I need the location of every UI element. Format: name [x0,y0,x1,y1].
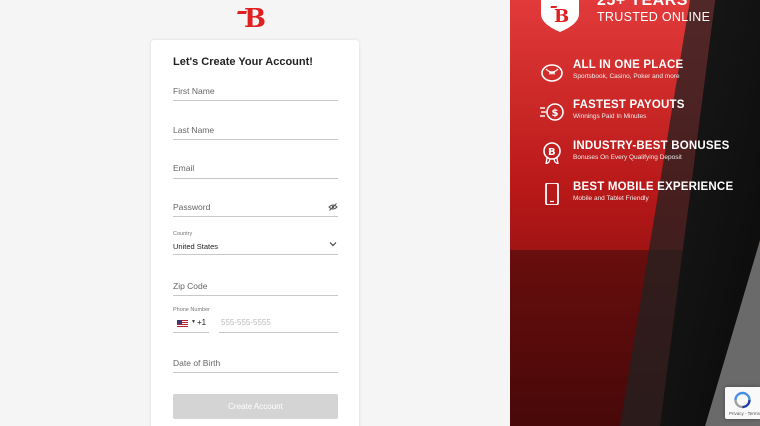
phone-number-input[interactable]: 555-555-5555 [219,318,338,333]
caret-down-icon: ▼ [191,319,196,325]
sports-ball-icon [541,64,563,82]
promo-panel: B 25+ YEARS TRUSTED ONLINE ALL IN ONE PL… [510,0,760,426]
first-name-placeholder: First Name [173,86,215,96]
zip-code-field[interactable]: Zip Code [173,278,338,296]
feature-subtitle: Bonuses On Every Qualifying Deposit [573,154,682,161]
dial-code: +1 [197,318,207,327]
country-value: United States [173,242,219,251]
eye-off-icon[interactable] [328,203,338,211]
date-of-birth-placeholder: Date of Birth [173,358,221,368]
country-select[interactable]: Country United States [173,231,338,255]
feature-subtitle: Sportsbook, Casino, Poker and more [573,73,680,80]
us-flag-icon [177,320,188,327]
brand-logo-icon[interactable]: B [236,2,270,30]
phone-number-group: ▼ +1 555-555-5555 [173,307,338,333]
svg-text:B: B [244,4,266,30]
feature-fastest-payouts: $ FASTEST PAYOUTS Winnings Paid In Minut… [540,99,760,129]
signup-panel: B Let's Create Your Account! First Name … [0,0,510,426]
brand-shield-icon: B [541,0,579,32]
zip-code-placeholder: Zip Code [173,281,208,291]
first-name-field[interactable]: First Name [173,84,338,101]
country-code-select[interactable]: ▼ +1 [173,318,209,333]
last-name-placeholder: Last Name [173,125,215,135]
feature-mobile: BEST MOBILE EXPERIENCE Mobile and Tablet… [540,181,760,211]
bonus-badge-icon: B [543,142,561,164]
recaptcha-icon [734,391,751,409]
form-title: Let's Create Your Account! [173,56,313,68]
years-heading: 25+ YEARS [597,0,688,9]
feature-title: FASTEST PAYOUTS [573,99,685,111]
feature-title: ALL IN ONE PLACE [573,59,684,71]
feature-all-in-one: ALL IN ONE PLACE Sportsbook, Casino, Pok… [540,59,760,89]
date-of-birth-field[interactable]: Date of Birth [173,355,338,373]
svg-text:$: $ [552,108,559,119]
svg-text:B: B [548,147,556,158]
email-field[interactable]: Email [173,161,338,179]
mobile-phone-icon [545,183,559,205]
feature-subtitle: Mobile and Tablet Friendly [573,195,649,202]
email-placeholder: Email [173,163,195,173]
chevron-down-icon [329,242,337,247]
country-label: Country [173,231,193,237]
feature-title: INDUSTRY-BEST BONUSES [573,140,730,152]
svg-text:B: B [554,6,569,27]
recaptcha-links[interactable]: Privacy - Terms [729,411,760,416]
password-field[interactable]: Password [173,200,338,217]
password-placeholder: Password [173,202,211,212]
recaptcha-badge[interactable]: Privacy - Terms [725,387,760,419]
feature-title: BEST MOBILE EXPERIENCE [573,181,734,193]
create-account-button[interactable]: Create Account [173,394,338,419]
last-name-field[interactable]: Last Name [173,123,338,140]
phone-placeholder: 555-555-5555 [221,318,271,327]
feature-bonuses: B INDUSTRY-BEST BONUSES Bonuses On Every… [540,140,760,170]
signup-card: Let's Create Your Account! First Name La… [151,40,359,426]
fast-money-icon: $ [540,103,564,121]
feature-subtitle: Winnings Paid In Minutes [573,113,647,120]
trusted-subheading: TRUSTED ONLINE [597,10,711,24]
